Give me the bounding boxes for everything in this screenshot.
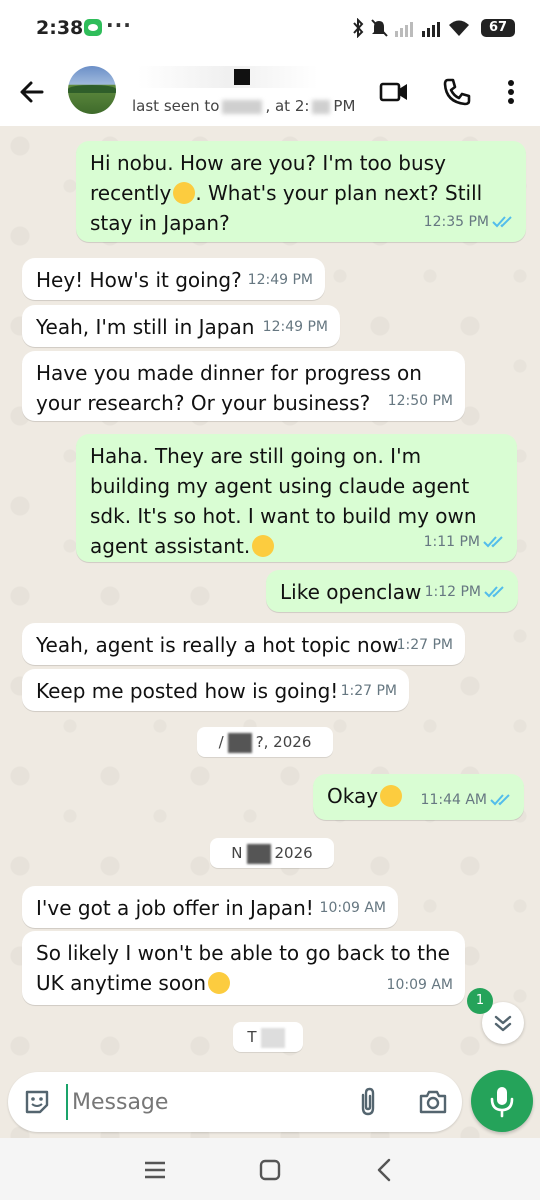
message-time: 10:09 AM bbox=[386, 977, 453, 993]
double-check-icon bbox=[484, 586, 504, 598]
date-separator: N 2026 bbox=[210, 838, 334, 868]
contact-name[interactable] bbox=[138, 66, 338, 88]
double-check-icon bbox=[492, 216, 512, 228]
system-navigation-bar bbox=[0, 1138, 540, 1200]
date-chip-right: ?, 2026 bbox=[255, 733, 312, 751]
message-composer bbox=[8, 1072, 462, 1132]
double-check-icon bbox=[490, 794, 510, 806]
status-bar: 2:38 ··· 67 bbox=[0, 0, 540, 58]
more-vert-icon[interactable] bbox=[500, 76, 522, 108]
battery-icon: 67 bbox=[481, 19, 515, 37]
voice-message-button[interactable] bbox=[471, 1070, 533, 1132]
message-meta: 12:35 PM bbox=[424, 207, 514, 237]
system-back-icon[interactable] bbox=[372, 1156, 396, 1184]
signal-5g-icon bbox=[422, 22, 440, 37]
redacted-text bbox=[222, 99, 263, 114]
incoming-message[interactable]: Yeah, I'm still in Japan 12:49 PM bbox=[22, 305, 340, 347]
incoming-message[interactable]: Keep me posted how is going! 1:27 PM bbox=[22, 669, 409, 711]
date-separator: / ?, 2026 bbox=[197, 727, 333, 757]
wechat-notification-icon bbox=[84, 19, 102, 36]
last-seen-mid: , at 2: bbox=[265, 97, 310, 115]
crying-face-emoji-icon bbox=[173, 182, 196, 204]
message-time: 1:11 PM bbox=[423, 534, 480, 550]
unread-count-badge: 1 bbox=[467, 988, 493, 1014]
last-seen-prefix: last seen to bbox=[132, 97, 220, 115]
incoming-message[interactable]: I've got a job offer in Japan! 10:09 AM bbox=[22, 886, 398, 928]
message-meta: 1:11 PM bbox=[424, 527, 505, 557]
sticker-icon[interactable] bbox=[22, 1087, 52, 1117]
message-text: Yeah, agent is really a hot topic now bbox=[36, 633, 399, 657]
wifi-icon bbox=[449, 20, 469, 36]
date-chip-right: 2026 bbox=[274, 844, 313, 862]
bluetooth-icon bbox=[353, 18, 364, 38]
message-text-part: Haha. They are still going on. I'm build… bbox=[90, 444, 477, 558]
mic-icon bbox=[490, 1087, 514, 1118]
video-call-icon[interactable] bbox=[378, 76, 410, 108]
message-input[interactable] bbox=[66, 1084, 342, 1120]
date-chip-left: T bbox=[247, 1028, 257, 1046]
outgoing-message[interactable]: Like openclaw 1:12 PM bbox=[266, 570, 518, 612]
redacted-name bbox=[138, 66, 318, 88]
outgoing-message[interactable]: Hi nobu. How are you? I'm too busy recen… bbox=[76, 141, 526, 242]
redacted-text bbox=[260, 1027, 285, 1048]
redacted-text bbox=[246, 843, 271, 864]
incoming-message[interactable]: Hey! How's it going? 12:49 PM bbox=[22, 258, 325, 300]
recent-apps-icon[interactable] bbox=[142, 1158, 168, 1182]
back-arrow-icon[interactable] bbox=[16, 76, 48, 108]
redacted-text bbox=[227, 732, 252, 753]
chat-header: last seen to , at 2: PM bbox=[0, 58, 540, 126]
message-time: 11:44 AM bbox=[420, 792, 487, 808]
message-meta: 11:44 AM bbox=[421, 785, 512, 815]
mute-icon bbox=[371, 19, 388, 37]
incoming-message[interactable]: Yeah, agent is really a hot topic now 1:… bbox=[22, 623, 465, 665]
message-time: 12:35 PM bbox=[423, 214, 489, 230]
date-chip-left: / bbox=[218, 733, 224, 751]
incoming-message[interactable]: So likely I won't be able to go back to … bbox=[22, 931, 465, 1005]
outgoing-message[interactable]: Haha. They are still going on. I'm build… bbox=[76, 434, 517, 562]
home-icon[interactable] bbox=[258, 1158, 282, 1182]
last-seen-status: last seen to , at 2: PM bbox=[132, 97, 355, 115]
redaction-block bbox=[234, 69, 250, 85]
redacted-text bbox=[312, 99, 331, 114]
grinning-sweat-face-emoji-icon bbox=[208, 972, 230, 994]
date-chip-left: N bbox=[231, 844, 243, 862]
date-separator: T bbox=[233, 1022, 303, 1052]
status-time: 2:38 bbox=[36, 17, 84, 39]
message-text-part: Okay bbox=[327, 784, 379, 808]
message-time: 12:50 PM bbox=[387, 393, 453, 409]
message-time: 1:27 PM bbox=[396, 637, 453, 653]
more-notifications-icon: ··· bbox=[106, 13, 132, 37]
phone-icon[interactable] bbox=[440, 76, 472, 108]
last-seen-suffix: PM bbox=[333, 97, 356, 115]
double-check-icon bbox=[483, 536, 503, 548]
signal-icon bbox=[395, 22, 413, 37]
message-time: 12:49 PM bbox=[262, 319, 328, 335]
message-time: 10:09 AM bbox=[319, 900, 386, 916]
upside-down-face-emoji-icon bbox=[252, 535, 275, 557]
message-meta: 1:12 PM bbox=[425, 577, 506, 607]
system-icons bbox=[352, 16, 470, 40]
outgoing-message[interactable]: Okay 11:44 AM bbox=[313, 774, 524, 820]
sunglasses-face-emoji-icon bbox=[380, 785, 403, 807]
camera-icon[interactable] bbox=[418, 1087, 448, 1117]
contact-avatar[interactable] bbox=[68, 66, 116, 114]
message-time: 1:12 PM bbox=[424, 584, 481, 600]
message-list[interactable]: Hi nobu. How are you? I'm too busy recen… bbox=[0, 126, 540, 1138]
attach-icon[interactable] bbox=[354, 1086, 382, 1118]
message-time: 12:49 PM bbox=[247, 272, 313, 288]
message-time: 1:27 PM bbox=[340, 683, 397, 699]
incoming-message[interactable]: Have you made dinner for progress on you… bbox=[22, 351, 465, 421]
